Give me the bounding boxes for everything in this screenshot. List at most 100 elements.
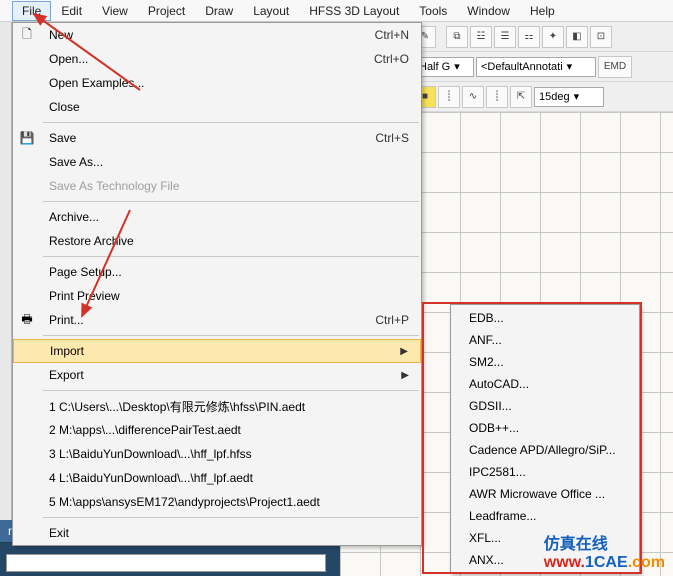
file-print-preview-label: Print Preview (41, 289, 409, 303)
emd-button[interactable]: EMD (598, 56, 632, 78)
toolbar-button[interactable]: ⧉ (446, 26, 468, 48)
chevron-down-icon: ▾ (454, 60, 460, 73)
file-recent-3-label: 3 L:\BaiduYunDownload\...\hff_lpf.hfss (41, 447, 409, 461)
file-recent-2-label: 2 M:\apps\...\differencePairTest.aedt (41, 423, 409, 437)
angle-value: 15deg (539, 91, 570, 103)
menu-tools[interactable]: Tools (409, 1, 457, 21)
import-ipc2581-label: IPC2581... (469, 465, 526, 479)
toolbar-separator: ┊ (486, 86, 508, 108)
toolbar-area: ✎ ⧉ ☳ ☰ ⚏ ✦ ◧ ⊡ Half G ▾ <DefaultAnnotat… (410, 22, 673, 112)
file-recent-3[interactable]: 3 L:\BaiduYunDownload\...\hff_lpf.hfss (13, 442, 421, 466)
dropdown-half-g[interactable]: Half G ▾ (414, 57, 474, 77)
file-save-as[interactable]: Save As... (13, 150, 421, 174)
toolbar-button-wave[interactable]: ∿ (462, 86, 484, 108)
file-restore-archive-label: Restore Archive (41, 234, 409, 248)
file-print-shortcut: Ctrl+P (375, 313, 409, 327)
angle-select[interactable]: 15deg ▾ (534, 87, 604, 107)
import-sm2[interactable]: SM2... (451, 351, 639, 373)
file-save[interactable]: 💾 Save Ctrl+S (13, 126, 421, 150)
dropdown-annotation[interactable]: <DefaultAnnotati ▾ (476, 57, 596, 77)
chevron-down-icon: ▾ (574, 90, 580, 103)
import-leadframe-label: Leadframe... (469, 509, 536, 523)
file-menu-dropdown: 🗋 New Ctrl+N Open... Ctrl+O Open Example… (12, 22, 422, 546)
file-save-shortcut: Ctrl+S (375, 131, 409, 145)
file-archive[interactable]: Archive... (13, 205, 421, 229)
file-recent-2[interactable]: 2 M:\apps\...\differencePairTest.aedt (13, 418, 421, 442)
file-recent-5[interactable]: 5 M:\apps\ansysEM172\andyprojects\Projec… (13, 490, 421, 514)
file-print-preview[interactable]: Print Preview (13, 284, 421, 308)
menu-layout[interactable]: Layout (243, 1, 299, 21)
file-open[interactable]: Open... Ctrl+O (13, 47, 421, 71)
import-anf[interactable]: ANF... (451, 329, 639, 351)
toolbar-button-tick[interactable]: ⇱ (510, 86, 532, 108)
chevron-down-icon: ▾ (567, 60, 573, 73)
file-save-as-label: Save As... (41, 155, 409, 169)
file-export-label: Export (41, 368, 401, 382)
file-print[interactable]: 🖶 Print... Ctrl+P (13, 308, 421, 332)
menu-hfss-3d-layout[interactable]: HFSS 3D Layout (299, 1, 409, 21)
menu-file[interactable]: File (12, 1, 51, 21)
dropdown-half-g-value: Half G (419, 61, 450, 73)
file-archive-label: Archive... (41, 210, 409, 224)
toolbar-button[interactable]: ◧ (566, 26, 588, 48)
file-recent-4-label: 4 L:\BaiduYunDownload\...\hff_lpf.aedt (41, 471, 409, 485)
menu-project[interactable]: Project (138, 1, 195, 21)
file-export[interactable]: Export ▶ (13, 363, 421, 387)
import-gdsii[interactable]: GDSII... (451, 395, 639, 417)
properties-body (0, 542, 340, 576)
file-page-setup[interactable]: Page Setup... (13, 260, 421, 284)
submenu-arrow-icon: ▶ (401, 370, 409, 381)
file-open-label: Open... (41, 52, 374, 66)
file-restore-archive[interactable]: Restore Archive (13, 229, 421, 253)
file-close[interactable]: Close (13, 95, 421, 119)
file-exit-label: Exit (41, 526, 409, 540)
file-recent-5-label: 5 M:\apps\ansysEM172\andyprojects\Projec… (41, 495, 409, 509)
dropdown-annotation-value: <DefaultAnnotati (481, 61, 563, 73)
file-import[interactable]: Import ▶ (13, 339, 421, 363)
import-cadence[interactable]: Cadence APD/Allegro/SiP... (451, 439, 639, 461)
file-print-label: Print... (41, 313, 375, 327)
file-save-as-tech: Save As Technology File (13, 174, 421, 198)
toolbar-button[interactable]: ☳ (470, 26, 492, 48)
file-page-setup-label: Page Setup... (41, 265, 409, 279)
toolbar-button[interactable]: ⚏ (518, 26, 540, 48)
file-save-label: Save (41, 131, 375, 145)
left-icon-strip (0, 22, 12, 532)
import-anf-label: ANF... (469, 333, 502, 347)
file-recent-1-label: 1 C:\Users\...\Desktop\有限元修炼\hfss\PIN.ae… (41, 398, 409, 415)
import-cadence-label: Cadence APD/Allegro/SiP... (469, 443, 616, 457)
import-leadframe[interactable]: Leadframe... (451, 505, 639, 527)
import-submenu: EDB... ANF... SM2... AutoCAD... GDSII...… (450, 304, 640, 574)
menu-edit[interactable]: Edit (51, 1, 92, 21)
import-edb-label: EDB... (469, 311, 504, 325)
file-recent-1[interactable]: 1 C:\Users\...\Desktop\有限元修炼\hfss\PIN.ae… (13, 394, 421, 418)
file-new-label: New (41, 28, 375, 42)
file-open-examples[interactable]: Open Examples... (13, 71, 421, 95)
import-odb[interactable]: ODB++... (451, 417, 639, 439)
save-icon: 💾 (13, 131, 41, 145)
import-gdsii-label: GDSII... (469, 399, 512, 413)
menu-view[interactable]: View (92, 1, 138, 21)
toolbar-button[interactable]: ⊡ (590, 26, 612, 48)
file-new[interactable]: 🗋 New Ctrl+N (13, 23, 421, 47)
menu-window[interactable]: Window (457, 1, 520, 21)
toolbar-button[interactable]: ☰ (494, 26, 516, 48)
menu-draw[interactable]: Draw (195, 1, 243, 21)
import-xfl[interactable]: XFL... (451, 527, 639, 549)
file-save-as-tech-label: Save As Technology File (41, 179, 409, 193)
file-recent-4[interactable]: 4 L:\BaiduYunDownload\...\hff_lpf.aedt (13, 466, 421, 490)
properties-tab-strip[interactable] (6, 554, 326, 572)
import-anx[interactable]: ANX... (451, 549, 639, 571)
toolbar-button[interactable]: ✦ (542, 26, 564, 48)
file-exit[interactable]: Exit (13, 521, 421, 545)
menubar: File Edit View Project Draw Layout HFSS … (0, 0, 673, 22)
print-icon: 🖶 (13, 310, 41, 331)
import-ipc2581[interactable]: IPC2581... (451, 461, 639, 483)
file-open-shortcut: Ctrl+O (374, 52, 409, 66)
import-awr[interactable]: AWR Microwave Office ... (451, 483, 639, 505)
import-sm2-label: SM2... (469, 355, 504, 369)
import-edb[interactable]: EDB... (451, 307, 639, 329)
import-xfl-label: XFL... (469, 531, 501, 545)
import-autocad[interactable]: AutoCAD... (451, 373, 639, 395)
menu-help[interactable]: Help (520, 1, 565, 21)
